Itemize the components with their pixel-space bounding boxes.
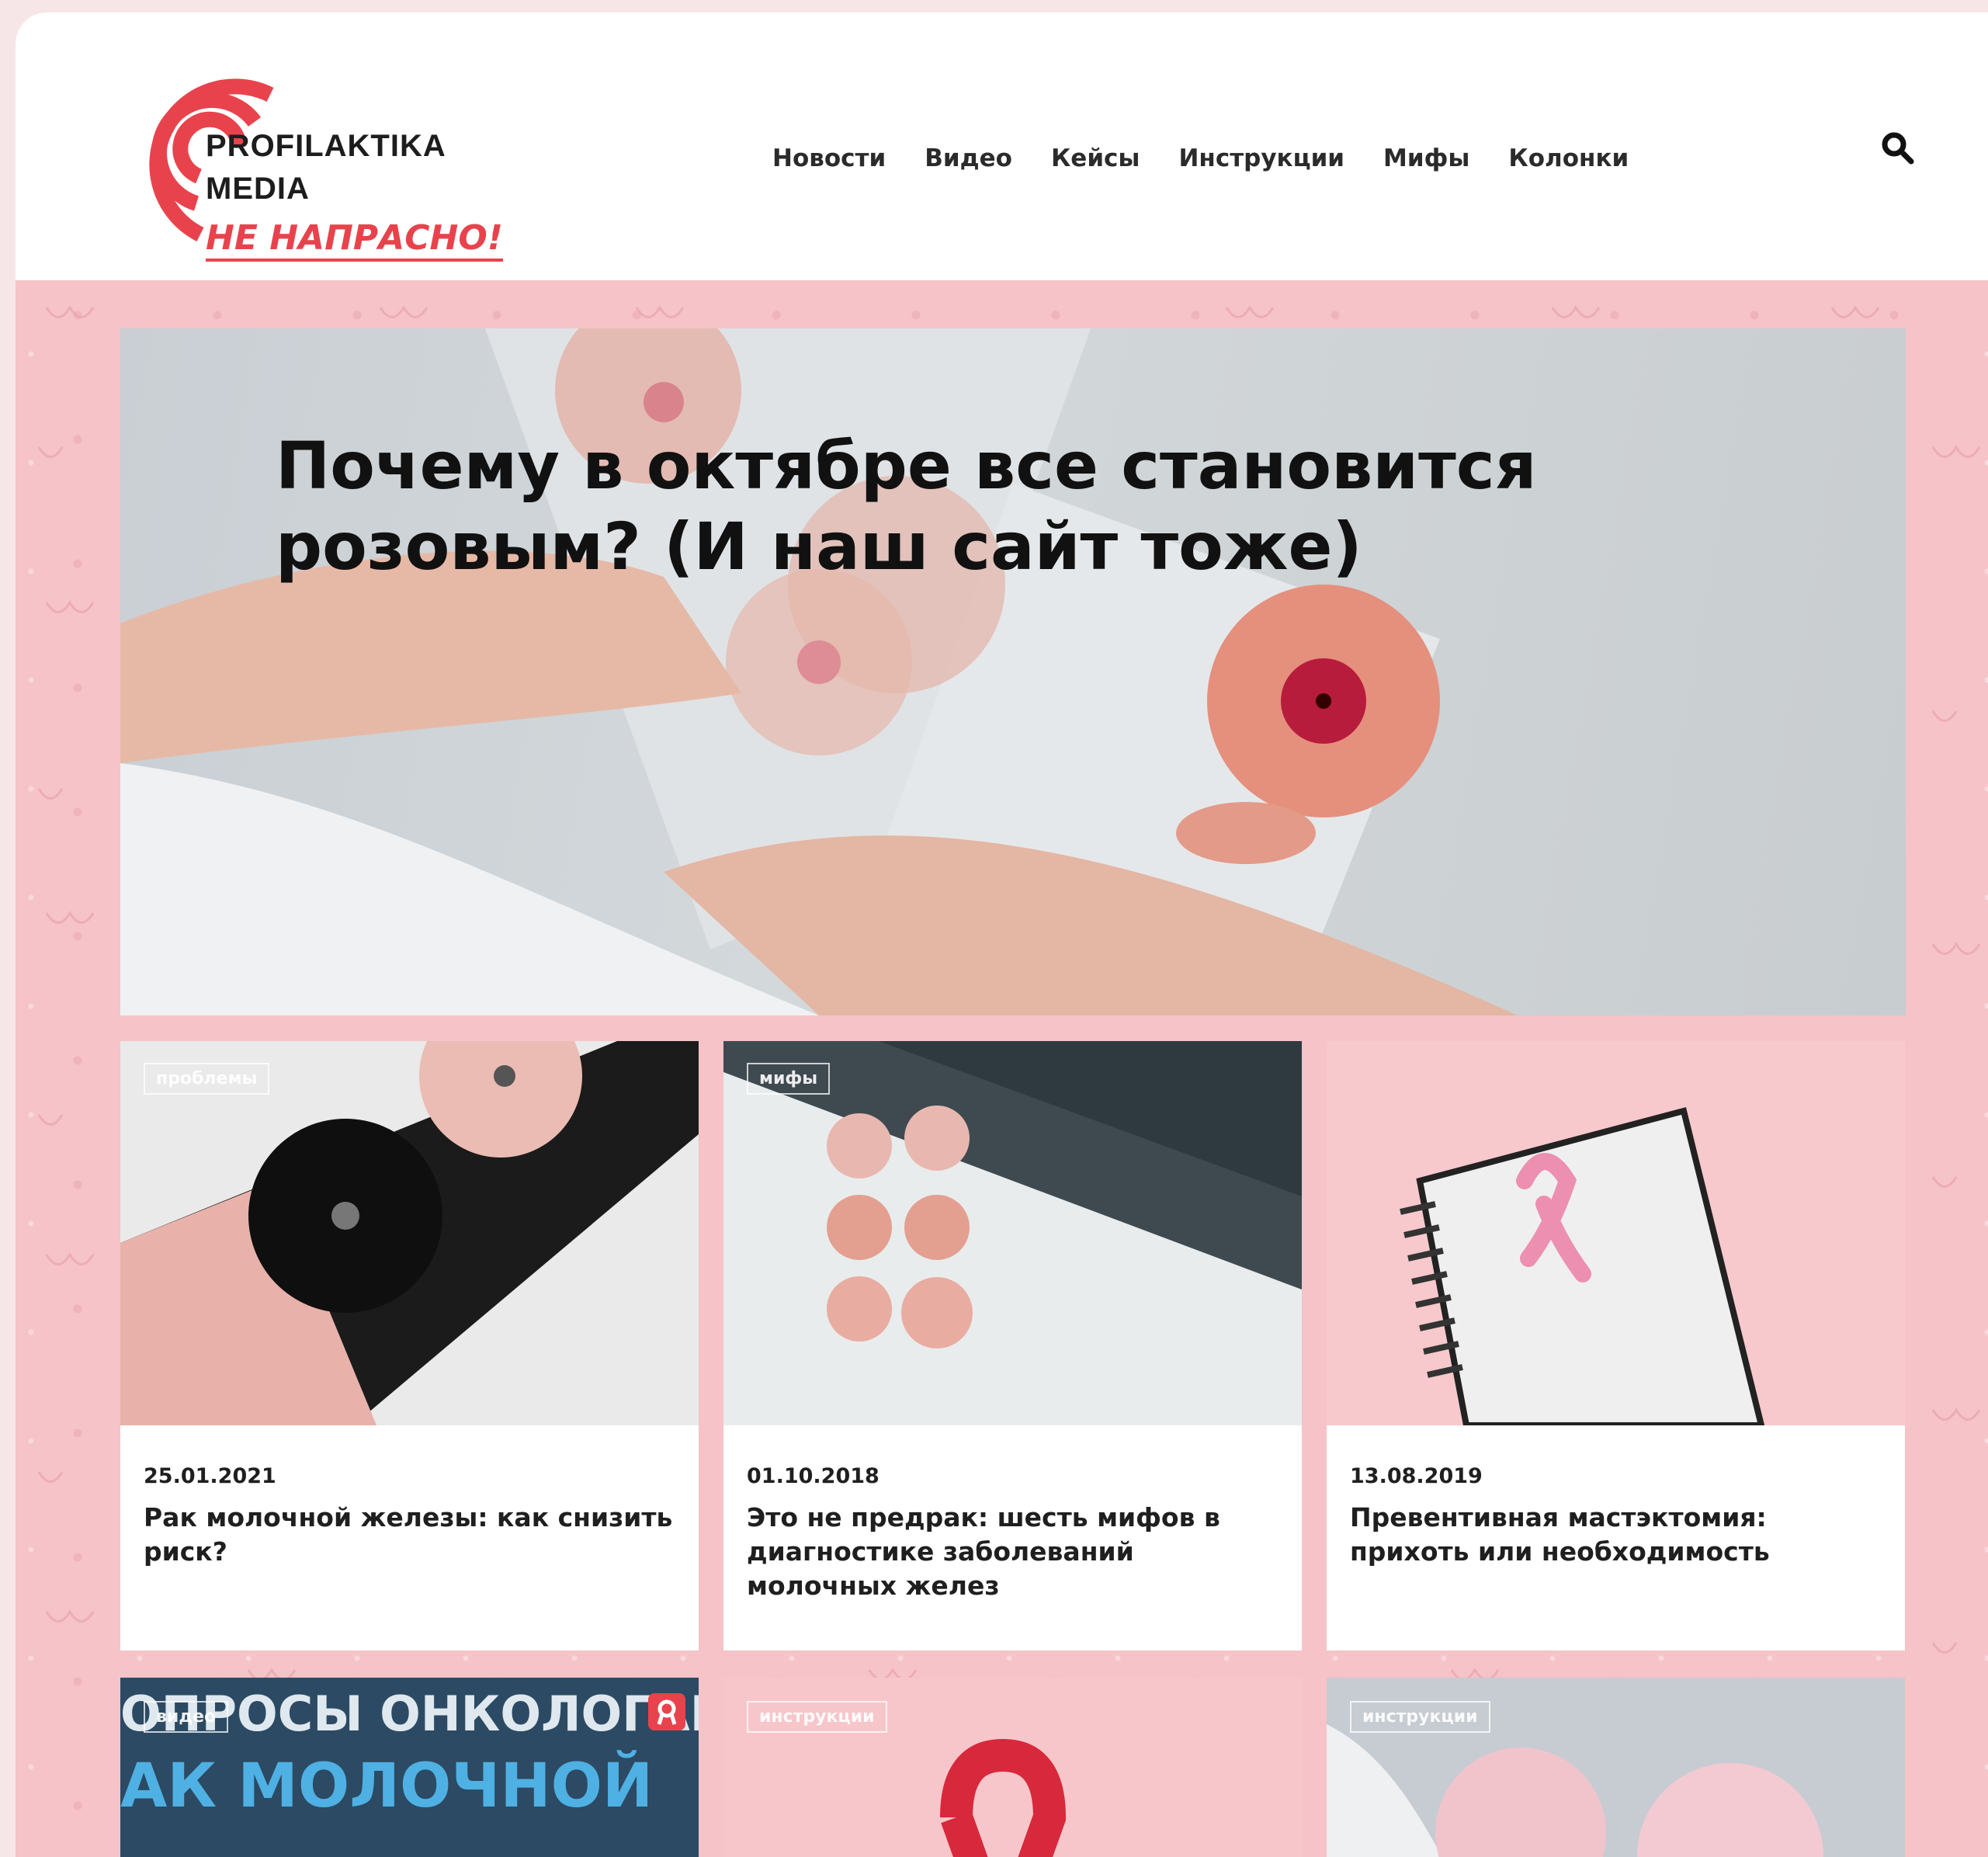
article-title[interactable]: Превентивная мастэктомия: прихоть или не… (1350, 1501, 1886, 1569)
article-card[interactable]: проблемы 25.01.2021 Рак молочной железы:… (120, 1041, 699, 1650)
nav-item-myths[interactable]: Мифы (1383, 144, 1469, 172)
article-tag[interactable]: инструкции (1350, 1701, 1490, 1733)
logo-line1: PROFILAKTIKA (206, 129, 446, 163)
main-nav: Новости Видео Кейсы Инструкции Мифы Коло… (772, 144, 1629, 172)
article-tag[interactable]: мифы (747, 1063, 831, 1095)
logo-line2: MEDIA (206, 172, 310, 206)
article-card[interactable]: инструкции (1327, 1678, 1905, 1857)
article-card[interactable]: мифы 01.10.2018 Это не предрак: шесть ми… (723, 1041, 1302, 1650)
hero-title[interactable]: Почему в октябре все становится розовым?… (276, 425, 1595, 587)
nav-item-news[interactable]: Новости (772, 144, 886, 172)
site-logo[interactable]: PROFILAKTIKA MEDIA НЕ НАПРАСНО! (116, 36, 520, 269)
article-date: 25.01.2021 (144, 1464, 276, 1488)
ribbon-icon (648, 1693, 685, 1730)
video-overlay-line2: АК МОЛОЧНОЙ (120, 1751, 654, 1821)
article-title[interactable]: Это не предрак: шесть мифов в диагностик… (747, 1501, 1282, 1603)
article-card-image: проблемы (120, 1041, 699, 1425)
nav-item-video[interactable]: Видео (925, 144, 1012, 172)
article-title[interactable]: Рак молочной железы: как снизить риск? (144, 1501, 679, 1569)
nav-item-cases[interactable]: Кейсы (1051, 144, 1140, 172)
article-card[interactable]: ОПРОСЫ ОНКОЛОГАМ АК МОЛОЧНОЙ видео (120, 1678, 699, 1857)
search-icon[interactable] (1879, 129, 1917, 168)
article-card[interactable]: инструкции (723, 1678, 1302, 1857)
article-date: 01.10.2018 (747, 1464, 880, 1488)
article-tag[interactable]: проблемы (144, 1063, 270, 1095)
logo-tagline: НЕ НАПРАСНО! (206, 218, 503, 262)
nav-item-instructions[interactable]: Инструкции (1178, 144, 1344, 172)
article-date: 13.08.2019 (1350, 1464, 1483, 1488)
article-tag[interactable]: инструкции (747, 1701, 887, 1733)
nav-item-columns[interactable]: Колонки (1508, 144, 1629, 172)
article-tag[interactable]: видео (144, 1701, 229, 1733)
article-card-image (1327, 1041, 1905, 1425)
article-card[interactable]: 13.08.2019 Превентивная мастэктомия: при… (1327, 1041, 1905, 1650)
hero-banner[interactable]: Почему в октябре все становится розовым?… (120, 328, 1906, 1015)
site-header: PROFILAKTIKA MEDIA НЕ НАПРАСНО! Новости … (16, 12, 1988, 280)
page-frame: PROFILAKTIKA MEDIA НЕ НАПРАСНО! Новости … (16, 12, 1988, 1857)
article-card-image: мифы (723, 1041, 1302, 1425)
